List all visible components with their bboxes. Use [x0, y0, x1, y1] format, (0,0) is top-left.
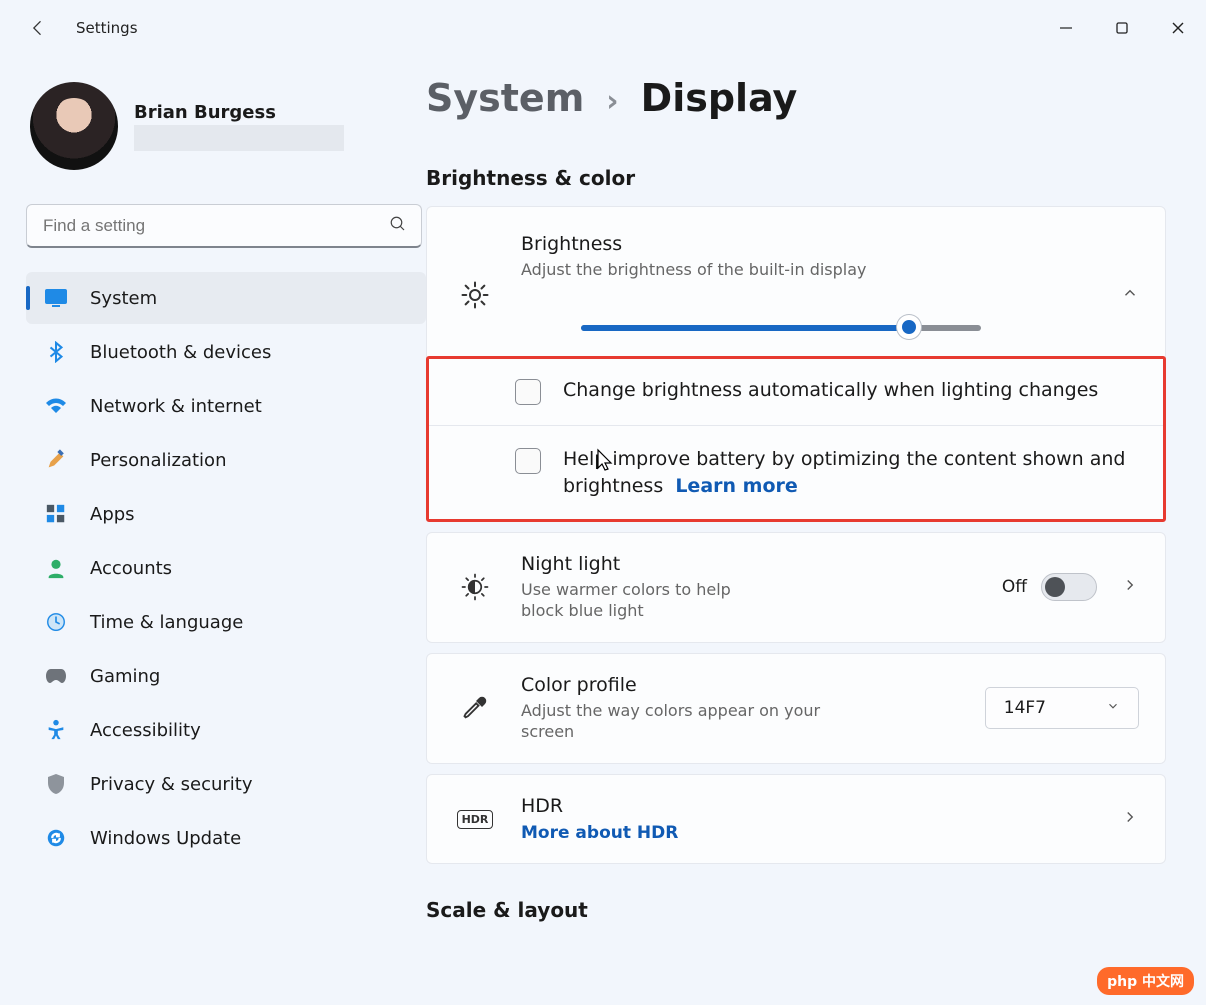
- search-icon: [389, 215, 407, 237]
- shield-icon: [44, 772, 68, 796]
- brightness-subtitle: Adjust the brightness of the built-in di…: [521, 259, 1097, 281]
- nav-label: Windows Update: [90, 828, 241, 849]
- nav-label: Time & language: [90, 612, 243, 633]
- nav-network[interactable]: Network & internet: [26, 380, 426, 432]
- nightlight-state: Off: [1002, 577, 1027, 597]
- colorprofile-subtitle: Adjust the way colors appear on your scr…: [521, 700, 841, 743]
- brightness-slider[interactable]: [581, 317, 981, 337]
- nav-privacy[interactable]: Privacy & security: [26, 758, 426, 810]
- nav-gaming[interactable]: Gaming: [26, 650, 426, 702]
- nav-update[interactable]: Windows Update: [26, 812, 426, 864]
- nav-accessibility[interactable]: Accessibility: [26, 704, 426, 756]
- person-icon: [44, 556, 68, 580]
- breadcrumb: System › Display: [426, 76, 1166, 120]
- hdr-link[interactable]: More about HDR: [521, 823, 678, 843]
- window-title: Settings: [76, 19, 138, 37]
- brush-icon: [44, 448, 68, 472]
- breadcrumb-current: Display: [641, 76, 798, 120]
- nav-label: Accessibility: [90, 720, 201, 741]
- system-icon: [44, 286, 68, 310]
- nav-label: Apps: [90, 504, 135, 525]
- minimize-button[interactable]: [1038, 4, 1094, 52]
- profile-name: Brian Burgess: [134, 102, 344, 123]
- colorprofile-select[interactable]: 14F7: [985, 687, 1139, 729]
- colorprofile-value: 14F7: [1004, 698, 1046, 718]
- eyedropper-icon: [453, 694, 497, 722]
- chevron-up-icon[interactable]: [1121, 284, 1139, 306]
- chevron-right-icon[interactable]: [1121, 808, 1139, 830]
- battery-optimize-text: Help improve battery by optimizing the c…: [563, 448, 1125, 498]
- brightness-row[interactable]: Brightness Adjust the brightness of the …: [427, 207, 1165, 357]
- nav: System Bluetooth & devices Network & int…: [26, 272, 426, 864]
- bluetooth-icon: [44, 340, 68, 364]
- auto-brightness-checkbox[interactable]: [515, 379, 541, 405]
- search-input[interactable]: [41, 215, 389, 237]
- section-scale-heading: Scale & layout: [426, 898, 1166, 922]
- colorprofile-title: Color profile: [521, 674, 961, 696]
- breadcrumb-sep: ›: [606, 84, 618, 119]
- nightlight-title: Night light: [521, 553, 978, 575]
- nav-label: Accounts: [90, 558, 172, 579]
- clock-icon: [44, 610, 68, 634]
- nav-label: Personalization: [90, 450, 226, 471]
- battery-optimize-row[interactable]: Help improve battery by optimizing the c…: [427, 425, 1165, 521]
- nav-label: Network & internet: [90, 396, 262, 417]
- close-button[interactable]: [1150, 4, 1206, 52]
- learn-more-link[interactable]: Learn more: [675, 475, 797, 497]
- profile[interactable]: Brian Burgess: [26, 76, 426, 176]
- highlighted-region: Change brightness automatically when lig…: [427, 357, 1165, 521]
- nightlight-toggle[interactable]: [1041, 573, 1097, 601]
- nightlight-icon: [453, 572, 497, 602]
- nav-bluetooth[interactable]: Bluetooth & devices: [26, 326, 426, 378]
- chevron-right-icon[interactable]: [1121, 576, 1139, 598]
- search-box[interactable]: [26, 204, 422, 248]
- hdr-title: HDR: [521, 795, 1097, 817]
- accessibility-icon: [44, 718, 68, 742]
- chevron-down-icon: [1106, 698, 1120, 718]
- nav-label: System: [90, 288, 157, 309]
- nightlight-card[interactable]: Night light Use warmer colors to help bl…: [426, 532, 1166, 643]
- nav-time[interactable]: Time & language: [26, 596, 426, 648]
- gamepad-icon: [44, 664, 68, 688]
- hdr-card[interactable]: HDR HDR More about HDR: [426, 774, 1166, 864]
- profile-subtitle-redacted: [134, 125, 344, 151]
- nav-label: Gaming: [90, 666, 160, 687]
- hdr-icon: HDR: [453, 810, 497, 829]
- battery-optimize-label: Help improve battery by optimizing the c…: [563, 446, 1139, 501]
- section-brightness-heading: Brightness & color: [426, 166, 1166, 190]
- apps-icon: [44, 502, 68, 526]
- battery-optimize-checkbox[interactable]: [515, 448, 541, 474]
- avatar: [30, 82, 118, 170]
- watermark: php 中文网: [1097, 967, 1194, 995]
- wifi-icon: [44, 394, 68, 418]
- auto-brightness-label: Change brightness automatically when lig…: [563, 377, 1098, 405]
- auto-brightness-row[interactable]: Change brightness automatically when lig…: [427, 357, 1165, 425]
- colorprofile-card: Color profile Adjust the way colors appe…: [426, 653, 1166, 764]
- nav-label: Privacy & security: [90, 774, 253, 795]
- nav-label: Bluetooth & devices: [90, 342, 271, 363]
- nav-accounts[interactable]: Accounts: [26, 542, 426, 594]
- maximize-button[interactable]: [1094, 4, 1150, 52]
- breadcrumb-parent[interactable]: System: [426, 76, 584, 120]
- nav-system[interactable]: System: [26, 272, 426, 324]
- nav-personalization[interactable]: Personalization: [26, 434, 426, 486]
- slider-thumb[interactable]: [897, 315, 921, 339]
- nav-apps[interactable]: Apps: [26, 488, 426, 540]
- back-button[interactable]: [18, 8, 58, 48]
- sun-icon: [453, 280, 497, 310]
- brightness-card: Brightness Adjust the brightness of the …: [426, 206, 1166, 522]
- update-icon: [44, 826, 68, 850]
- nightlight-subtitle: Use warmer colors to help block blue lig…: [521, 579, 771, 622]
- brightness-title: Brightness: [521, 233, 1097, 255]
